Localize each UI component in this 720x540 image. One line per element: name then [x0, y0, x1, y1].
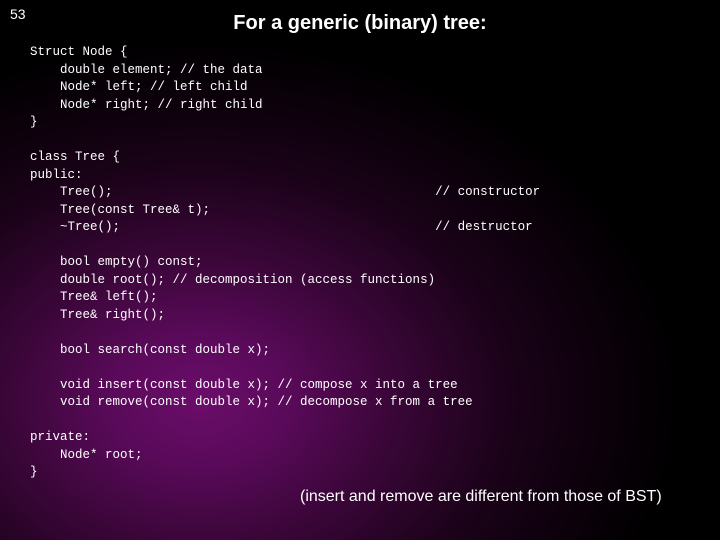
slide: 53 For a generic (binary) tree: Struct N… [0, 0, 720, 540]
slide-title: For a generic (binary) tree: [0, 12, 720, 35]
footer-note: (insert and remove are different from th… [300, 488, 662, 506]
code-block: Struct Node { double element; // the dat… [30, 44, 700, 482]
